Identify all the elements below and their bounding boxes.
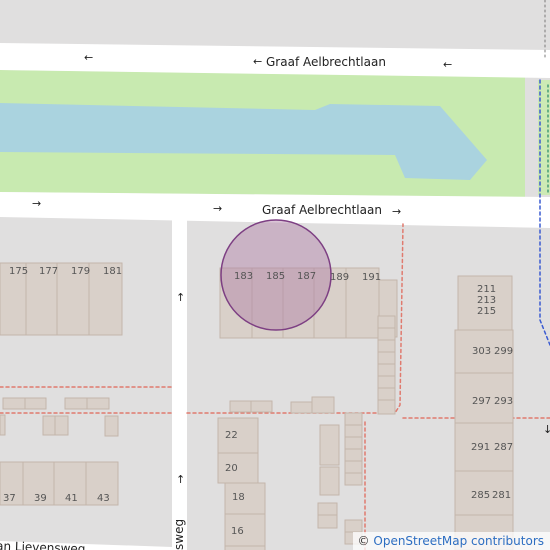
- svg-text:189: 189: [330, 272, 349, 283]
- svg-text:303: 303: [472, 346, 491, 357]
- oneway-arrow-left: ←: [443, 58, 452, 71]
- svg-text:175: 175: [9, 266, 28, 277]
- svg-text:177: 177: [39, 266, 58, 277]
- map-canvas: ← ← ← → → → ↑ ↑ ↓ Graaf Aelbrechtlaan Gr…: [0, 0, 550, 550]
- street-label-graaf-aelbrechtlaan: Graaf Aelbrechtlaan: [266, 55, 386, 69]
- svg-text:183: 183: [234, 271, 253, 282]
- svg-text:18: 18: [232, 492, 245, 503]
- svg-text:215: 215: [477, 306, 496, 317]
- oneway-arrow-down: ↓: [543, 423, 550, 436]
- oneway-arrow-up: ↑: [176, 473, 185, 486]
- oneway-arrow-left: ←: [84, 51, 93, 64]
- svg-text:191: 191: [362, 272, 381, 283]
- svg-text:213: 213: [477, 295, 496, 306]
- svg-text:299: 299: [494, 346, 513, 357]
- oneway-arrow-right: →: [213, 202, 222, 215]
- svg-text:293: 293: [494, 396, 513, 407]
- oneway-arrow-right: →: [392, 205, 401, 218]
- svg-text:37: 37: [3, 493, 16, 504]
- oneway-arrow-left: ←: [253, 55, 262, 68]
- road-vertical: [172, 217, 187, 550]
- attribution-link[interactable]: OpenStreetMap contributors: [373, 534, 544, 548]
- svg-text:181: 181: [103, 266, 122, 277]
- street-label-graaf-aelbrechtlaan: Graaf Aelbrechtlaan: [262, 203, 382, 217]
- copyright-symbol: ©: [357, 534, 370, 548]
- svg-text:287: 287: [494, 442, 513, 453]
- svg-text:281: 281: [492, 490, 511, 501]
- street-label-vertical: sweg: [172, 519, 186, 550]
- svg-text:41: 41: [65, 493, 78, 504]
- svg-text:297: 297: [472, 396, 491, 407]
- oneway-arrow-up: ↑: [176, 291, 185, 304]
- svg-text:185: 185: [266, 271, 285, 282]
- svg-text:22: 22: [225, 430, 238, 441]
- oneway-arrow-right: →: [32, 197, 41, 210]
- svg-text:179: 179: [71, 266, 90, 277]
- map-attribution[interactable]: © OpenStreetMap contributors: [352, 532, 550, 550]
- svg-text:291: 291: [471, 442, 490, 453]
- svg-text:39: 39: [34, 493, 47, 504]
- svg-text:187: 187: [297, 271, 316, 282]
- svg-text:20: 20: [225, 463, 238, 474]
- svg-text:211: 211: [477, 284, 496, 295]
- svg-text:285: 285: [471, 490, 490, 501]
- svg-text:16: 16: [231, 526, 244, 537]
- svg-text:43: 43: [97, 493, 110, 504]
- map-view[interactable]: ← ← ← → → → ↑ ↑ ↓ Graaf Aelbrechtlaan Gr…: [0, 0, 550, 550]
